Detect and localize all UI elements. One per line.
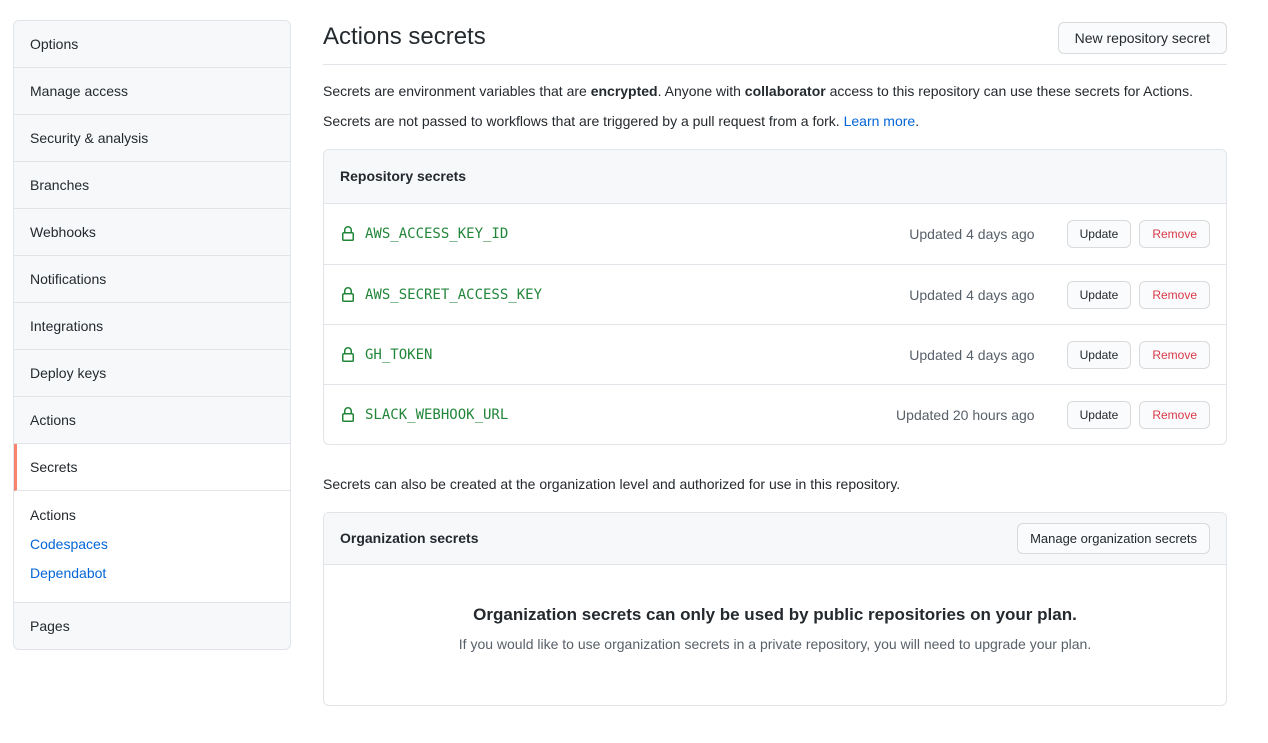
- secret-row: AWS_ACCESS_KEY_ID Updated 4 days ago Upd…: [324, 204, 1226, 264]
- sidebar-item-pages[interactable]: Pages: [14, 603, 290, 649]
- organization-secrets-box: Organization secrets Manage organization…: [323, 512, 1227, 706]
- page-title: Actions secrets: [323, 22, 486, 52]
- sidebar-item-notifications[interactable]: Notifications: [14, 256, 290, 303]
- secret-name: AWS_SECRET_ACCESS_KEY: [365, 287, 542, 303]
- settings-sidebar: Options Manage access Security & analysi…: [13, 20, 291, 706]
- organization-note: Secrets can also be created at the organ…: [323, 474, 1227, 495]
- sidebar-item-webhooks[interactable]: Webhooks: [14, 209, 290, 256]
- organization-secrets-title: Organization secrets: [340, 528, 479, 549]
- update-secret-button[interactable]: Update: [1067, 220, 1132, 248]
- remove-secret-button[interactable]: Remove: [1139, 401, 1210, 429]
- subnav-item-dependabot[interactable]: Dependabot: [14, 559, 290, 588]
- subnav-item-actions[interactable]: Actions: [14, 501, 290, 530]
- encrypted-emphasis: encrypted: [591, 83, 658, 99]
- update-secret-button[interactable]: Update: [1067, 401, 1132, 429]
- sidebar-item-actions[interactable]: Actions: [14, 397, 290, 444]
- repository-secrets-box: Repository secrets AWS_ACCESS_KEY_ID Upd…: [323, 149, 1227, 445]
- new-repository-secret-button[interactable]: New repository secret: [1058, 22, 1227, 54]
- blankslate-text: If you would like to use organization se…: [364, 634, 1186, 655]
- remove-secret-button[interactable]: Remove: [1139, 220, 1210, 248]
- organization-secrets-header: Organization secrets Manage organization…: [324, 513, 1226, 565]
- learn-more-link[interactable]: Learn more: [844, 113, 916, 129]
- secret-updated-text: Updated 4 days ago: [909, 287, 1034, 303]
- sidebar-item-secrets[interactable]: Secrets: [14, 444, 290, 491]
- description-text: Secrets are not passed to workflows that…: [323, 113, 844, 129]
- sidebar-item-integrations[interactable]: Integrations: [14, 303, 290, 350]
- lock-icon: [340, 287, 356, 303]
- settings-page: Options Manage access Security & analysi…: [0, 0, 1268, 706]
- blankslate-title: Organization secrets can only be used by…: [364, 605, 1186, 625]
- description-line-2: Secrets are not passed to workflows that…: [323, 111, 1227, 132]
- subnav-item-codespaces[interactable]: Codespaces: [14, 530, 290, 559]
- secret-name: AWS_ACCESS_KEY_ID: [365, 226, 508, 242]
- repository-secrets-title: Repository secrets: [340, 166, 1210, 187]
- secret-name: SLACK_WEBHOOK_URL: [365, 407, 508, 423]
- secret-updated-text: Updated 20 hours ago: [896, 407, 1035, 423]
- page-header: Actions secrets New repository secret: [323, 22, 1227, 65]
- lock-icon: [340, 407, 356, 423]
- secret-row: SLACK_WEBHOOK_URL Updated 20 hours ago U…: [324, 384, 1226, 444]
- description-text: Secrets are environment variables that a…: [323, 83, 591, 99]
- description-text: .: [915, 113, 919, 129]
- main-content: Actions secrets New repository secret Se…: [291, 0, 1268, 706]
- organization-secrets-blankslate: Organization secrets can only be used by…: [324, 565, 1226, 705]
- secrets-subnav: Actions Codespaces Dependabot: [14, 491, 290, 603]
- repository-secrets-header: Repository secrets: [324, 150, 1226, 204]
- manage-organization-secrets-button[interactable]: Manage organization secrets: [1017, 523, 1210, 554]
- sidebar-item-branches[interactable]: Branches: [14, 162, 290, 209]
- description-text: access to this repository can use these …: [826, 83, 1193, 99]
- secret-updated-text: Updated 4 days ago: [909, 347, 1034, 363]
- remove-secret-button[interactable]: Remove: [1139, 341, 1210, 369]
- update-secret-button[interactable]: Update: [1067, 341, 1132, 369]
- collaborator-emphasis: collaborator: [745, 83, 826, 99]
- secret-updated-text: Updated 4 days ago: [909, 226, 1034, 242]
- sidebar-item-security-analysis[interactable]: Security & analysis: [14, 115, 290, 162]
- secret-row: GH_TOKEN Updated 4 days ago Update Remov…: [324, 324, 1226, 384]
- sidebar-item-manage-access[interactable]: Manage access: [14, 68, 290, 115]
- lock-icon: [340, 226, 356, 242]
- remove-secret-button[interactable]: Remove: [1139, 281, 1210, 309]
- sidebar-item-options[interactable]: Options: [14, 21, 290, 68]
- secret-name: GH_TOKEN: [365, 347, 432, 363]
- description-text: . Anyone with: [658, 83, 745, 99]
- update-secret-button[interactable]: Update: [1067, 281, 1132, 309]
- secret-row: AWS_SECRET_ACCESS_KEY Updated 4 days ago…: [324, 264, 1226, 324]
- settings-menu: Options Manage access Security & analysi…: [13, 20, 291, 650]
- sidebar-item-deploy-keys[interactable]: Deploy keys: [14, 350, 290, 397]
- lock-icon: [340, 347, 356, 363]
- description-line-1: Secrets are environment variables that a…: [323, 81, 1227, 102]
